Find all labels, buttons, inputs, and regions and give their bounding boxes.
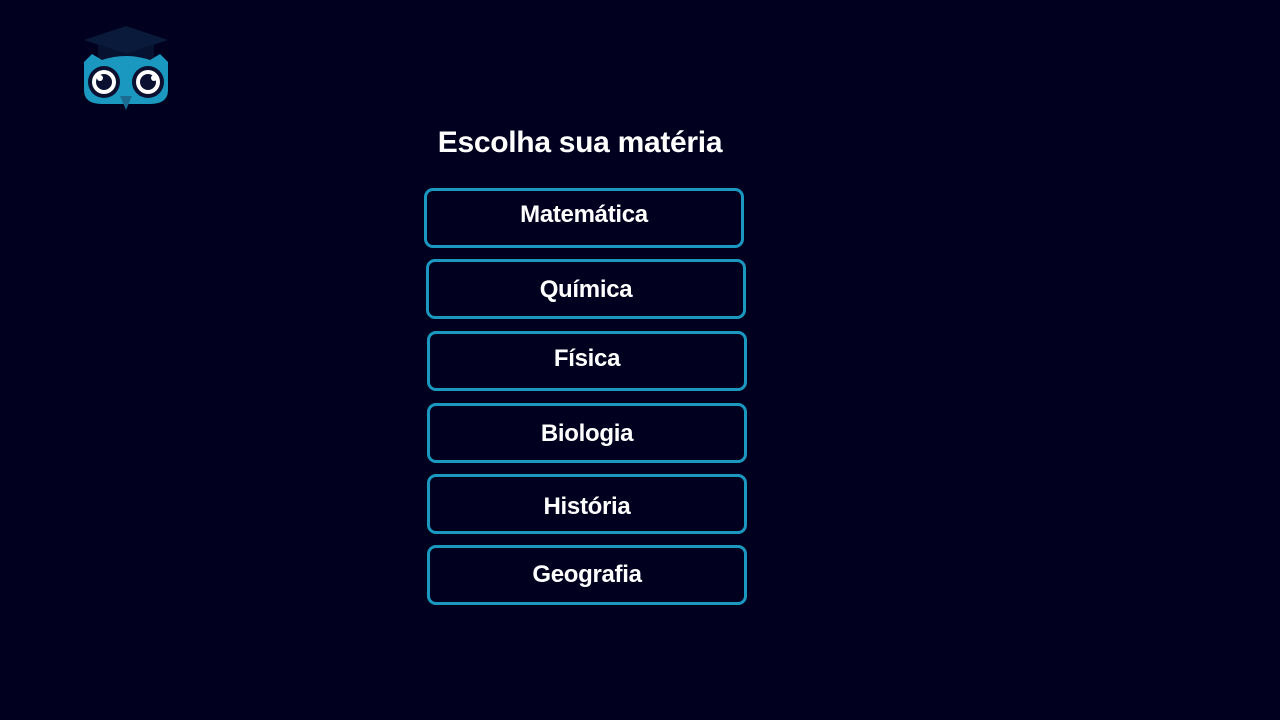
subject-button-label: Física [553,345,621,372]
subject-button-label: Matemática [520,201,648,228]
page-title: Escolha sua matéria [437,126,723,159]
subject-button-historia[interactable]: História [427,474,747,534]
subject-button-biologia[interactable]: Biologia [427,403,747,463]
subject-button-label: Biologia [540,419,634,447]
subject-button-label: Química [539,275,633,303]
subject-button-label: História [543,492,631,520]
subject-button-fisica[interactable]: Física [427,331,747,391]
owl-logo-icon [80,24,172,112]
subject-button-matematica[interactable]: Matemática [424,188,744,248]
subject-button-label: Geografia [532,560,642,588]
subject-button-geografia[interactable]: Geografia [427,545,747,605]
subject-button-quimica[interactable]: Química [426,259,746,319]
subject-selection-screen: Escolha sua matéria Matemática Química F… [0,0,1280,720]
